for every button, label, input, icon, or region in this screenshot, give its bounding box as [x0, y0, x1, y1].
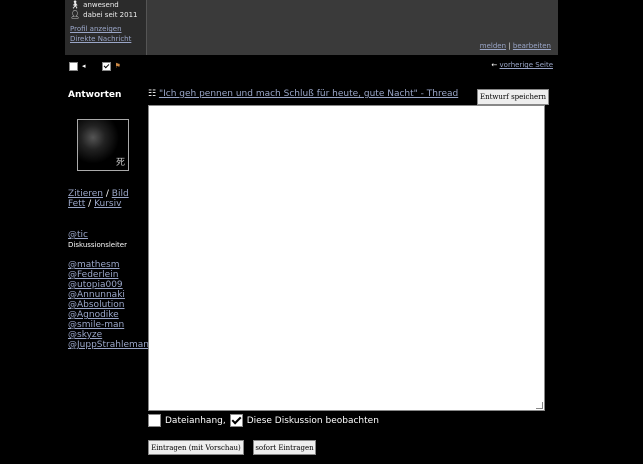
submit-preview-button[interactable]: Eintragen (mit Vorschau) [148, 440, 244, 455]
mention-link[interactable]: @Federlein [68, 270, 118, 280]
avatar: 死 [77, 119, 129, 171]
toolbar: ◂ ⚑ [69, 61, 121, 71]
watch-label: Diese Diskussion beobachten [246, 415, 379, 426]
status-line: 🚶︎ anwesend [70, 0, 119, 9]
avatar-signature: 死 [115, 158, 125, 168]
bold-link[interactable]: Fett [68, 199, 85, 209]
thread-header: ☷ "Ich geh pennen und mach Schluß für he… [148, 89, 458, 99]
attachment-label: Dateianhang, [165, 415, 226, 426]
notify-checkbox[interactable] [101, 61, 111, 71]
profile-info: 🚶︎ anwesend 👤︎ dabei seit 2011 Profil anze… [65, 0, 147, 55]
attachment-checkbox[interactable] [148, 414, 161, 427]
thread-title-link[interactable]: "Ich geh pennen und mach Schluß für heut… [159, 89, 458, 99]
italic-link[interactable]: Kursiv [94, 199, 121, 209]
person-icon: 🚶︎ [70, 0, 81, 9]
status-text: anwesend [83, 1, 119, 9]
format-separator: / [105, 189, 109, 199]
mention-link[interactable]: @JuppStrahleman [68, 340, 149, 350]
member-icon: 👤︎ [70, 10, 81, 19]
moderator-link[interactable]: @tic [68, 230, 88, 240]
profile-panel: 🚶︎ anwesend 👤︎ dabei seit 2011 Profil anze… [65, 0, 558, 55]
image-link[interactable]: Bild [112, 189, 129, 199]
mention-link[interactable]: @smile-man [68, 320, 124, 330]
post-options: Dateianhang, Diese Diskussion beobachten [148, 414, 379, 427]
quote-link[interactable]: Zitieren [68, 189, 103, 199]
submit-now-button[interactable]: sofort Eintragen [253, 440, 316, 455]
speaker-icon: ◂ [82, 62, 86, 70]
mention-list: @mathesm @Federlein @utopia009 @Annunnak… [68, 260, 149, 350]
mention-link[interactable]: @utopia009 [68, 280, 123, 290]
watch-checkbox[interactable] [229, 414, 243, 427]
resize-handle[interactable] [536, 402, 543, 409]
format-separator: / [88, 199, 92, 209]
direct-message-link[interactable]: Direkte Nachricht [70, 35, 131, 43]
reply-textarea[interactable] [148, 105, 545, 411]
report-link[interactable]: melden [480, 42, 506, 50]
mention-link[interactable]: @Agnodike [68, 310, 119, 320]
mention-link[interactable]: @mathesm [68, 260, 120, 270]
format-links: Zitieren / Bild Fett / Kursiv [68, 189, 129, 209]
moderator: @tic Diskussionsleiter [68, 230, 127, 250]
edit-link[interactable]: bearbeiten [513, 42, 551, 50]
save-draft-button[interactable]: Entwurf speichern [477, 89, 549, 105]
previous-page-link[interactable]: vorherige Seite [500, 61, 553, 69]
sidebar-title: Antworten [68, 90, 122, 100]
mention-link[interactable]: @Absolution [68, 300, 125, 310]
post-actions: melden | bearbeiten [480, 42, 551, 50]
mention-link[interactable]: @skyze [68, 330, 102, 340]
show-profile-link[interactable]: Profil anzeigen [70, 25, 122, 33]
flag-icon: ⚑ [114, 62, 121, 70]
action-separator: | [508, 42, 511, 50]
previous-page-nav: ← vorherige Seite [491, 61, 553, 69]
member-since-text: dabei seit 2011 [83, 11, 138, 19]
sound-checkbox[interactable] [69, 61, 78, 71]
member-since-line: 👤︎ dabei seit 2011 [70, 10, 138, 19]
back-arrow-icon: ← [491, 61, 498, 69]
thread-icon: ☷ [148, 89, 157, 99]
mention-link[interactable]: @Annunnaki [68, 290, 125, 300]
moderator-role: Diskussionsleiter [68, 241, 127, 249]
